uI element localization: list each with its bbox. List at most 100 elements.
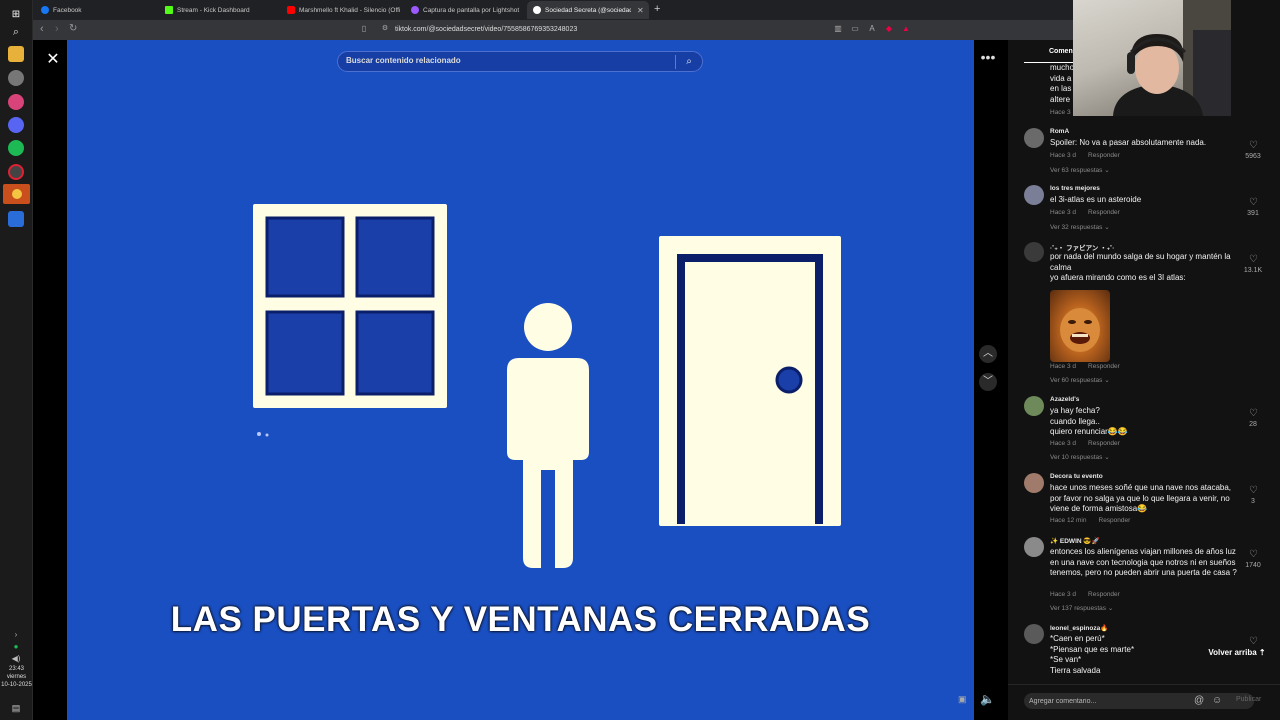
avatar[interactable]	[1024, 473, 1044, 493]
clock-time: 23:43	[8, 666, 24, 672]
cast-icon[interactable]: ▭	[850, 24, 860, 34]
mention-icon[interactable]: @	[1194, 695, 1204, 706]
app-icon-2[interactable]	[8, 211, 24, 227]
heart-icon[interactable]: ♡	[1249, 197, 1258, 208]
comment-username[interactable]: leonel_espinoza🔥	[1050, 624, 1108, 632]
related-search-input[interactable]	[346, 56, 666, 65]
back-to-top-button[interactable]: Volver arriba ⇡	[1205, 645, 1269, 661]
emoji-icon[interactable]: ☺	[1212, 695, 1222, 706]
view-replies-button[interactable]: Ver 60 respuestas ⌄	[1050, 376, 1110, 384]
bookmark-icon[interactable]: ▯	[359, 24, 369, 34]
tab-title: Stream - Kick Dashboard	[177, 6, 250, 14]
comment-username[interactable]: ✨ EDWIN 😎🚀	[1050, 537, 1100, 545]
avatar[interactable]	[1024, 242, 1044, 262]
tab-youtube[interactable]: Marshmello ft Khalid - Silencio (Offi	[281, 1, 403, 19]
close-video-button[interactable]: ✕	[44, 51, 62, 69]
windows-start-icon[interactable]: ⊞	[8, 6, 24, 22]
view-replies-button[interactable]: Ver 63 respuestas ⌄	[1050, 166, 1110, 174]
webcam-overlay	[1073, 0, 1231, 116]
discord-icon[interactable]	[8, 117, 24, 133]
reply-button[interactable]: Responder	[1099, 517, 1131, 524]
site-settings-icon[interactable]: ⚙	[380, 24, 390, 34]
comment-time: Hace 3 d	[1050, 209, 1077, 216]
file-explorer-icon[interactable]	[8, 46, 24, 62]
comment-username[interactable]: RomA	[1050, 128, 1069, 135]
view-replies-button[interactable]: Ver 10 respuestas ⌄	[1050, 453, 1110, 461]
new-tab-button[interactable]: +	[654, 3, 660, 15]
heart-icon[interactable]: ♡	[1249, 549, 1258, 560]
like-count: 391	[1247, 210, 1259, 217]
volume-icon[interactable]: ◀)	[8, 650, 24, 666]
app-icon[interactable]	[8, 70, 24, 86]
heart-icon[interactable]: ♡	[1249, 140, 1258, 151]
comment-text: el 3i-atlas es un asteroide	[1050, 195, 1142, 204]
comment-composer: @ ☺ Publicar	[1008, 684, 1280, 720]
comment-username[interactable]: Decora tu evento	[1050, 473, 1103, 480]
next-video-button[interactable]: ﹀	[979, 373, 997, 391]
comment-time: Hace 3 d	[1050, 363, 1077, 370]
comment-username[interactable]: Azazeld's	[1050, 396, 1079, 403]
obs-icon[interactable]	[8, 164, 24, 180]
view-replies-button[interactable]: Ver 32 respuestas ⌄	[1050, 223, 1110, 231]
notifications-icon[interactable]: ▤	[8, 700, 24, 716]
avatar[interactable]	[1024, 396, 1044, 416]
related-search-bar: ⌕	[337, 51, 703, 72]
translate-icon[interactable]: A	[867, 24, 877, 34]
heart-icon[interactable]: ♡	[1249, 408, 1258, 419]
search-icon[interactable]: ⌕	[682, 55, 696, 69]
avatar[interactable]	[1024, 128, 1044, 148]
captions-icon[interactable]: ▣	[958, 694, 967, 705]
replies-label: Ver 10 respuestas	[1050, 454, 1103, 461]
back-icon[interactable]: ‹	[40, 23, 44, 35]
active-app-icon[interactable]	[3, 184, 30, 204]
browser-icon[interactable]	[8, 94, 24, 110]
avatar[interactable]	[1024, 624, 1044, 644]
comment-username[interactable]: ·˚₊‧ ファビアン ‧₊˚·	[1050, 242, 1114, 252]
reload-icon[interactable]: ↻	[69, 23, 77, 34]
heart-icon[interactable]: ♡	[1249, 254, 1258, 265]
heart-icon[interactable]: ♡	[1249, 485, 1258, 496]
person-illustration	[507, 303, 589, 568]
comment-time: Hace 3 d	[1050, 152, 1077, 159]
publish-button[interactable]: Publicar	[1236, 696, 1261, 703]
previous-video-button[interactable]: ︿	[979, 345, 997, 363]
comment-meta: Hace 3 d Responder	[1050, 440, 1120, 447]
window-illustration	[253, 204, 447, 408]
tab-title: Facebook	[53, 6, 82, 14]
taskbar: ⊞ ⌕ › ● ◀) 23:43 viernes 10-10-2025 ▤	[0, 0, 33, 720]
tab-facebook[interactable]: Facebook	[35, 1, 157, 19]
comment-time: Hace 12 min	[1050, 517, 1087, 524]
avatar[interactable]	[1024, 185, 1044, 205]
brave-shield-icon[interactable]: ◆	[884, 24, 894, 34]
comment-text: ya hay fecha? cuando llega.. quiero renu…	[1050, 406, 1128, 436]
more-options-icon[interactable]: •••	[980, 50, 996, 68]
reply-button[interactable]: Responder	[1088, 363, 1120, 370]
search-icon[interactable]: ⌕	[8, 24, 24, 40]
like-count: 5963	[1245, 153, 1261, 160]
tab-comments[interactable]: Comen	[1049, 48, 1073, 55]
comment-text: Spoiler: No va a pasar absolutamente nad…	[1050, 138, 1207, 147]
replies-label: Ver 60 respuestas	[1050, 377, 1103, 384]
tab-title: Sociedad Secreta (@sociedadse	[545, 6, 631, 14]
reply-button[interactable]: Responder	[1088, 591, 1120, 598]
view-replies-button[interactable]: Ver 137 respuestas ⌄	[1050, 604, 1113, 612]
tab-tiktok[interactable]: Sociedad Secreta (@sociedadse ✕	[527, 1, 649, 19]
tab-kick-dashboard[interactable]: Stream - Kick Dashboard	[159, 1, 281, 19]
comment-text: hace unos meses soñé que una nave nos at…	[1050, 483, 1232, 513]
tab-lightshot[interactable]: Captura de pantalla por Lightshot	[405, 1, 527, 19]
spotify-icon[interactable]	[8, 140, 24, 156]
like-count: 1740	[1245, 562, 1261, 569]
reader-icon[interactable]: ▥	[833, 24, 843, 34]
forward-icon[interactable]: ›	[55, 23, 59, 35]
close-tab-icon[interactable]: ✕	[637, 6, 644, 15]
taskbar-clock[interactable]: 23:43 viernes 10-10-2025	[0, 665, 33, 689]
reply-button[interactable]: Responder	[1088, 440, 1120, 447]
reply-button[interactable]: Responder	[1088, 152, 1120, 159]
rewards-icon[interactable]: ▲	[901, 24, 911, 34]
comment-gif-image[interactable]	[1050, 290, 1110, 362]
comment-username[interactable]: los tres mejores	[1050, 185, 1100, 192]
avatar[interactable]	[1024, 537, 1044, 557]
volume-icon[interactable]: 🔈	[980, 692, 995, 706]
reply-button[interactable]: Responder	[1088, 209, 1120, 216]
like-count: 13.1K	[1243, 267, 1263, 274]
